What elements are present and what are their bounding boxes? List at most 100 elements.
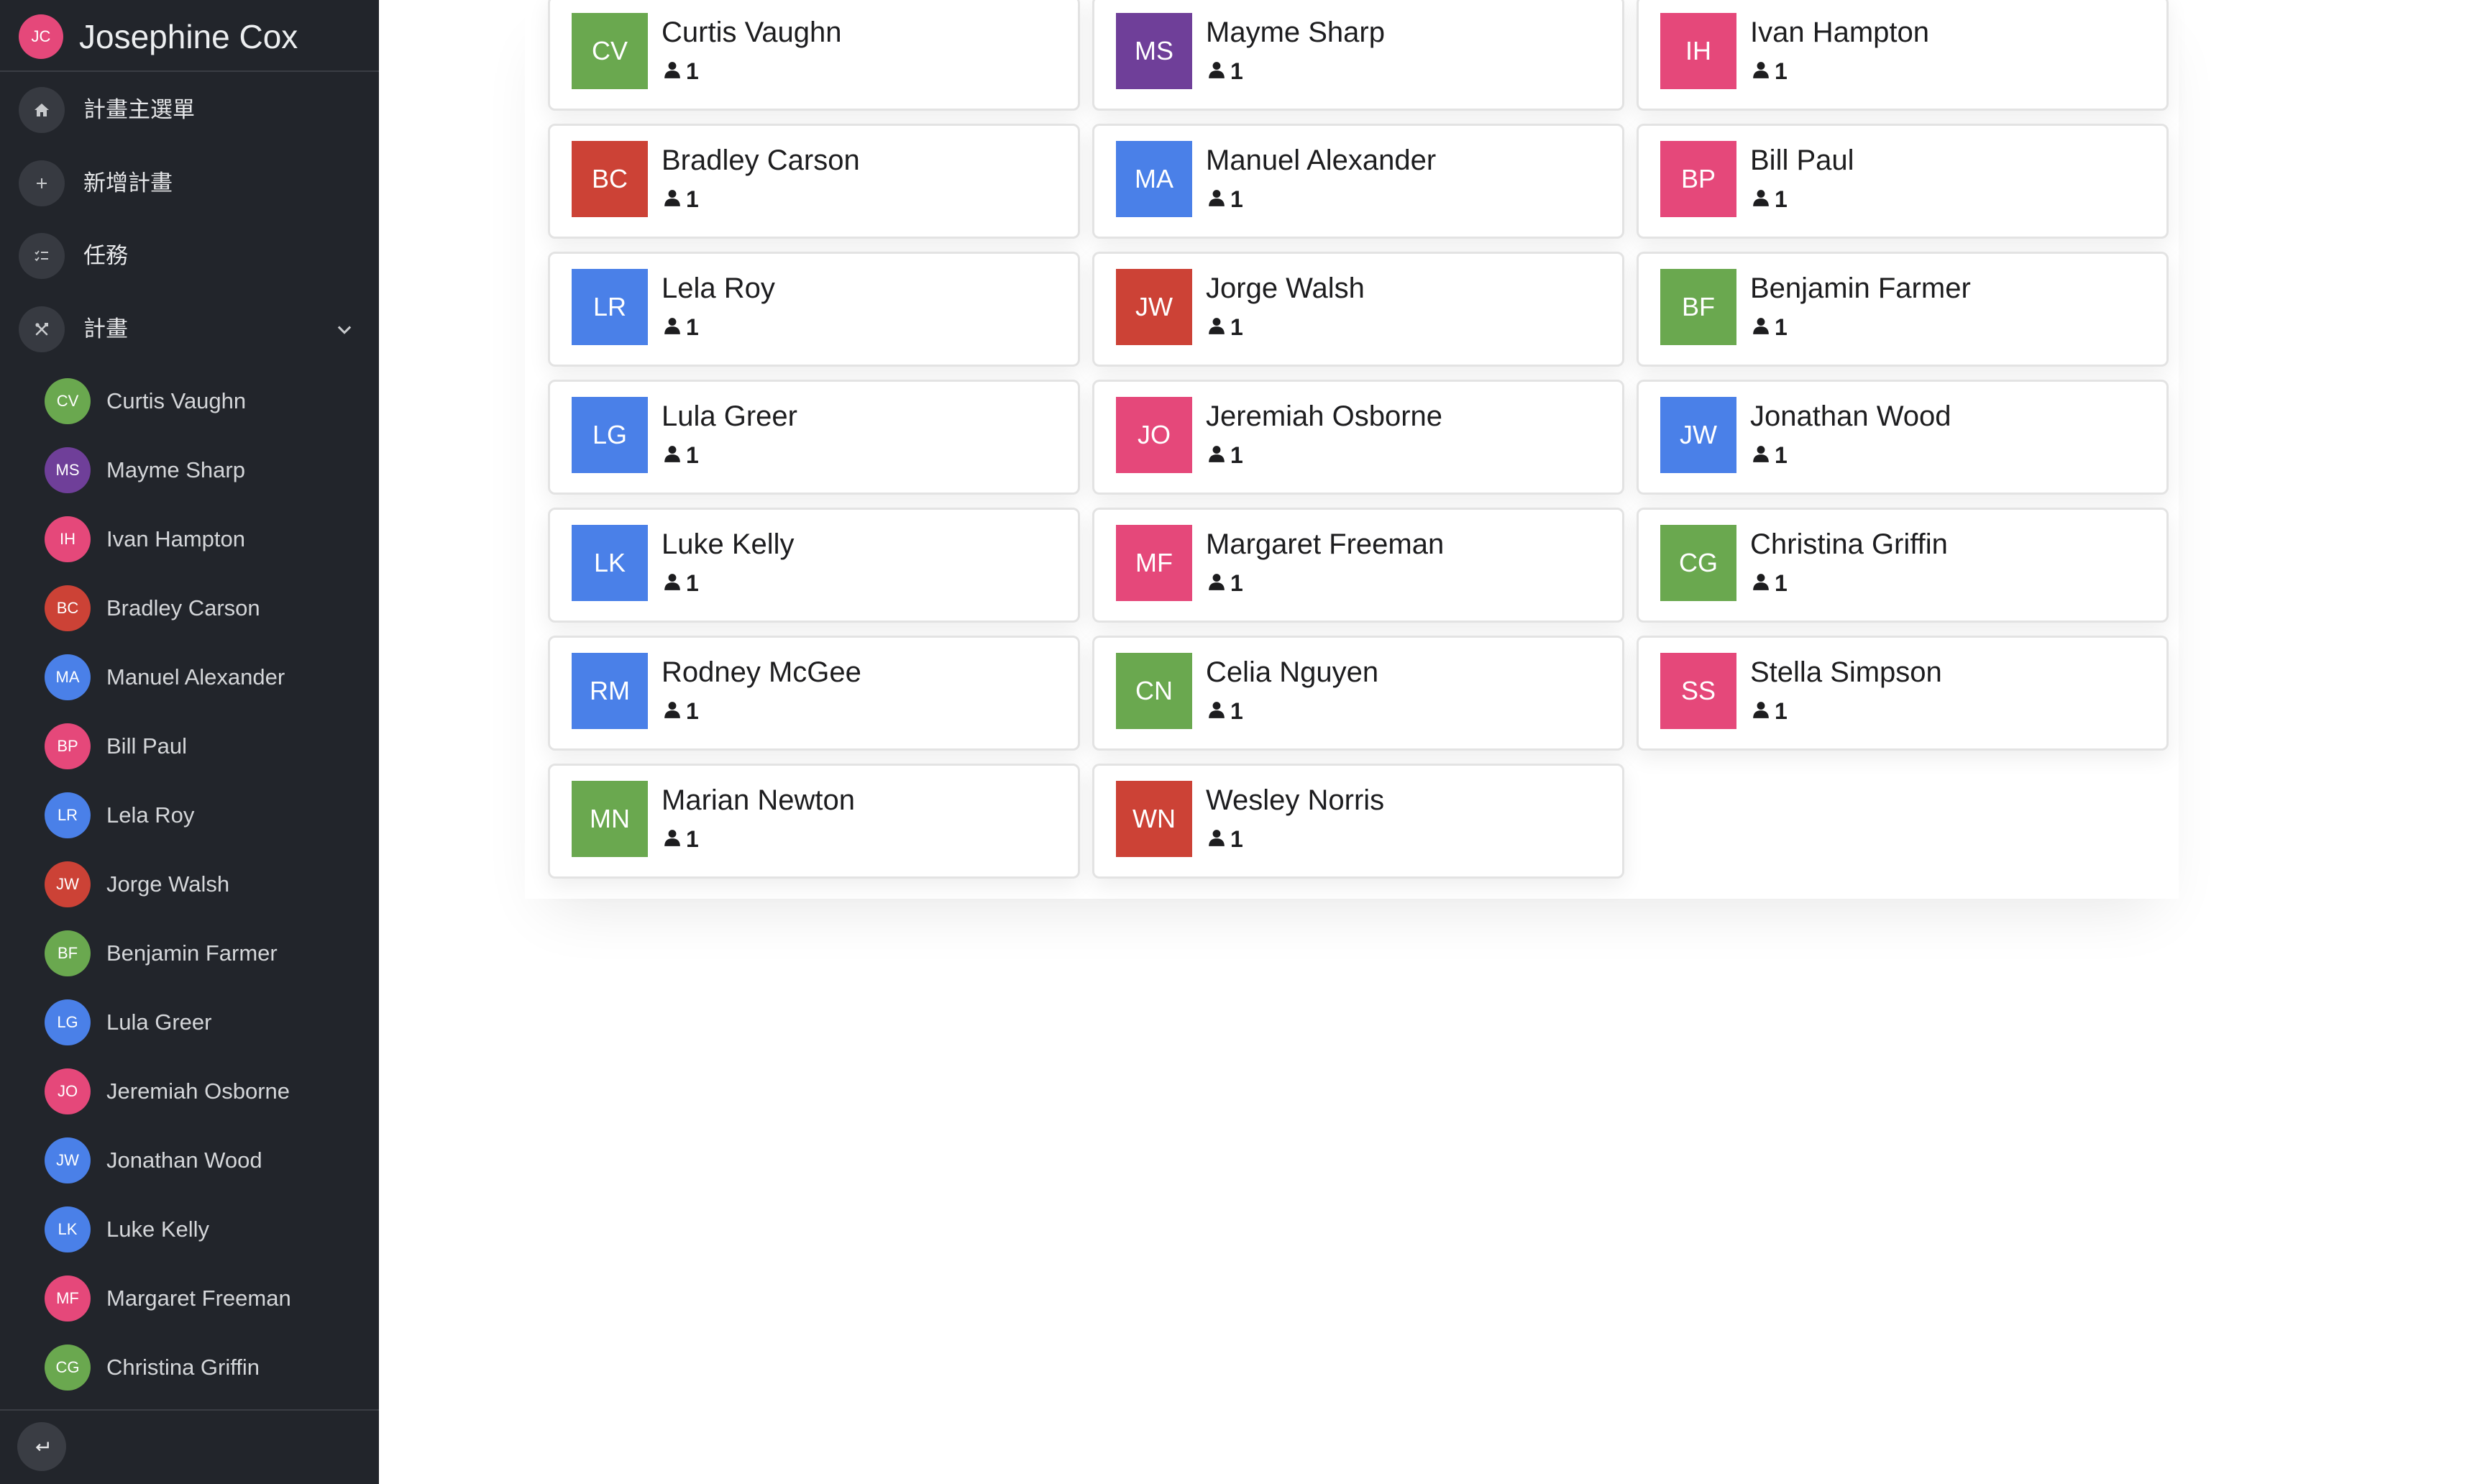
nav-item-new-plan[interactable]: 新增計畫 — [0, 155, 379, 212]
plan-avatar: BF — [45, 930, 91, 976]
member-count-value: 1 — [1775, 313, 1788, 340]
plan-avatar: MS — [1116, 13, 1192, 89]
sidebar-plan-item[interactable]: MF Margaret Freeman — [0, 1264, 379, 1333]
sidebar-plan-item[interactable]: JW Jonathan Wood — [0, 1126, 379, 1195]
sidebar-plan-item[interactable]: LR Lela Roy — [0, 781, 379, 850]
user-avatar: JC — [19, 14, 63, 59]
plan-card[interactable]: CV Curtis Vaughn 1 — [548, 0, 1080, 111]
plan-card[interactable]: MF Margaret Freeman 1 — [1092, 508, 1624, 623]
user-header[interactable]: JC Josephine Cox — [0, 0, 379, 72]
nav-item-plans[interactable]: 計畫 — [0, 301, 379, 358]
member-count: 1 — [1752, 441, 1788, 470]
nav-item-tasks[interactable]: 任務 — [0, 227, 379, 285]
sidebar-plan-item[interactable]: BF Benjamin Farmer — [0, 919, 379, 988]
plan-card[interactable]: MA Manuel Alexander 1 — [1092, 124, 1624, 239]
member-count-value: 1 — [1230, 58, 1243, 84]
plan-card[interactable]: IH Ivan Hampton 1 — [1637, 0, 2169, 111]
sidebar-plan-item[interactable]: MS Mayme Sharp — [0, 436, 379, 505]
plan-label: Jorge Walsh — [106, 871, 230, 897]
sidebar-plan-item[interactable]: BP Bill Paul — [0, 712, 379, 781]
sidebar-plan-item[interactable]: RMRodney McGee — [0, 1402, 379, 1409]
plan-label: Jeremiah Osborne — [106, 1078, 290, 1104]
task-list-icon — [19, 233, 65, 279]
member-count: 1 — [663, 825, 699, 853]
plan-avatar: LR — [45, 792, 91, 838]
plan-name: Margaret Freeman — [1206, 528, 1445, 560]
member-count: 1 — [1752, 185, 1788, 214]
member-count-value: 1 — [686, 186, 699, 212]
sidebar-plan-item[interactable]: JO Jeremiah Osborne — [0, 1057, 379, 1126]
plan-name: Stella Simpson — [1750, 656, 1942, 688]
plan-card[interactable]: BF Benjamin Farmer 1 — [1637, 252, 2169, 367]
plan-card[interactable]: JW Jorge Walsh 1 — [1092, 252, 1624, 367]
plan-name: Lela Roy — [662, 272, 775, 304]
plan-avatar: WN — [1116, 781, 1192, 857]
plan-label: Curtis Vaughn — [106, 388, 247, 413]
member-count: 1 — [1752, 569, 1788, 597]
plan-avatar: JO — [45, 1068, 91, 1114]
plan-label: Rodney McGee — [106, 1402, 261, 1409]
plan-label: Manuel Alexander — [106, 664, 285, 690]
plan-avatar: CG — [45, 1345, 91, 1391]
plan-card[interactable]: MN Marian Newton 1 — [548, 764, 1080, 879]
member-count-value: 1 — [686, 697, 699, 724]
person-icon — [1752, 700, 1775, 723]
sidebar-plan-item[interactable]: CV Curtis Vaughn — [0, 367, 379, 436]
plan-label: Lela Roy — [106, 802, 195, 828]
member-count-value: 1 — [686, 58, 699, 84]
person-icon — [1207, 572, 1230, 595]
plan-avatar: SS — [1660, 653, 1736, 729]
collapse-sidebar-button[interactable] — [17, 1422, 66, 1471]
member-count-value: 1 — [1230, 186, 1243, 212]
plan-label: Jonathan Wood — [106, 1148, 262, 1173]
sidebar-plan-item[interactable]: BC Bradley Carson — [0, 574, 379, 643]
person-icon — [1752, 444, 1775, 467]
plan-card[interactable]: WN Wesley Norris 1 — [1092, 764, 1624, 879]
plan-card[interactable]: JO Jeremiah Osborne 1 — [1092, 380, 1624, 495]
member-count: 1 — [1207, 57, 1243, 86]
sidebar-plan-item[interactable]: CG Christina Griffin — [0, 1333, 379, 1402]
person-icon — [663, 60, 686, 83]
plan-card[interactable]: LG Lula Greer 1 — [548, 380, 1080, 495]
sidebar-plan-item[interactable]: MA Manuel Alexander — [0, 643, 379, 712]
person-icon — [663, 700, 686, 723]
nav-item-plan-home[interactable]: 計畫主選單 — [0, 81, 379, 139]
sidebar-plan-item[interactable]: LK Luke Kelly — [0, 1195, 379, 1264]
sidebar-plan-item[interactable]: JW Jorge Walsh — [0, 850, 379, 919]
plan-name: Curtis Vaughn — [662, 17, 842, 48]
plan-avatar: RM — [572, 653, 648, 729]
plan-card[interactable]: SS Stella Simpson 1 — [1637, 636, 2169, 751]
plan-avatar: IH — [1660, 13, 1736, 89]
plan-avatar: LG — [45, 999, 91, 1045]
plan-avatar: BF — [1660, 269, 1736, 345]
plan-card[interactable]: RM Rodney McGee 1 — [548, 636, 1080, 751]
plan-avatar: JO — [1116, 397, 1192, 473]
home-icon — [19, 87, 65, 133]
member-count-value: 1 — [686, 313, 699, 340]
plan-avatar: MA — [1116, 141, 1192, 217]
plan-card[interactable]: LR Lela Roy 1 — [548, 252, 1080, 367]
plan-name: Manuel Alexander — [1206, 145, 1437, 176]
collapse-arrow-icon — [35, 1442, 49, 1452]
user-name: Josephine Cox — [79, 18, 298, 55]
plan-name: Mayme Sharp — [1206, 17, 1385, 48]
sidebar-plan-item[interactable]: IH Ivan Hampton — [0, 505, 379, 574]
member-count: 1 — [663, 697, 699, 725]
plan-card[interactable]: LK Luke Kelly 1 — [548, 508, 1080, 623]
plan-avatar: BC — [45, 585, 91, 631]
plan-card[interactable]: BP Bill Paul 1 — [1637, 124, 2169, 239]
sidebar-plan-item[interactable]: LG Lula Greer — [0, 988, 379, 1057]
member-count: 1 — [1207, 697, 1243, 725]
plan-card[interactable]: BC Bradley Carson 1 — [548, 124, 1080, 239]
plan-label: Lula Greer — [106, 1009, 212, 1035]
plan-card[interactable]: CG Christina Griffin 1 — [1637, 508, 2169, 623]
plan-avatar: MN — [572, 781, 648, 857]
plan-avatar: CN — [1116, 653, 1192, 729]
plan-avatar: BC — [572, 141, 648, 217]
plan-card[interactable]: MS Mayme Sharp 1 — [1092, 0, 1624, 111]
chevron-down-icon[interactable] — [334, 319, 354, 339]
person-icon — [1752, 60, 1775, 83]
plan-card[interactable]: JW Jonathan Wood 1 — [1637, 380, 2169, 495]
plan-card[interactable]: CN Celia Nguyen 1 — [1092, 636, 1624, 751]
member-count-value: 1 — [1775, 186, 1788, 212]
